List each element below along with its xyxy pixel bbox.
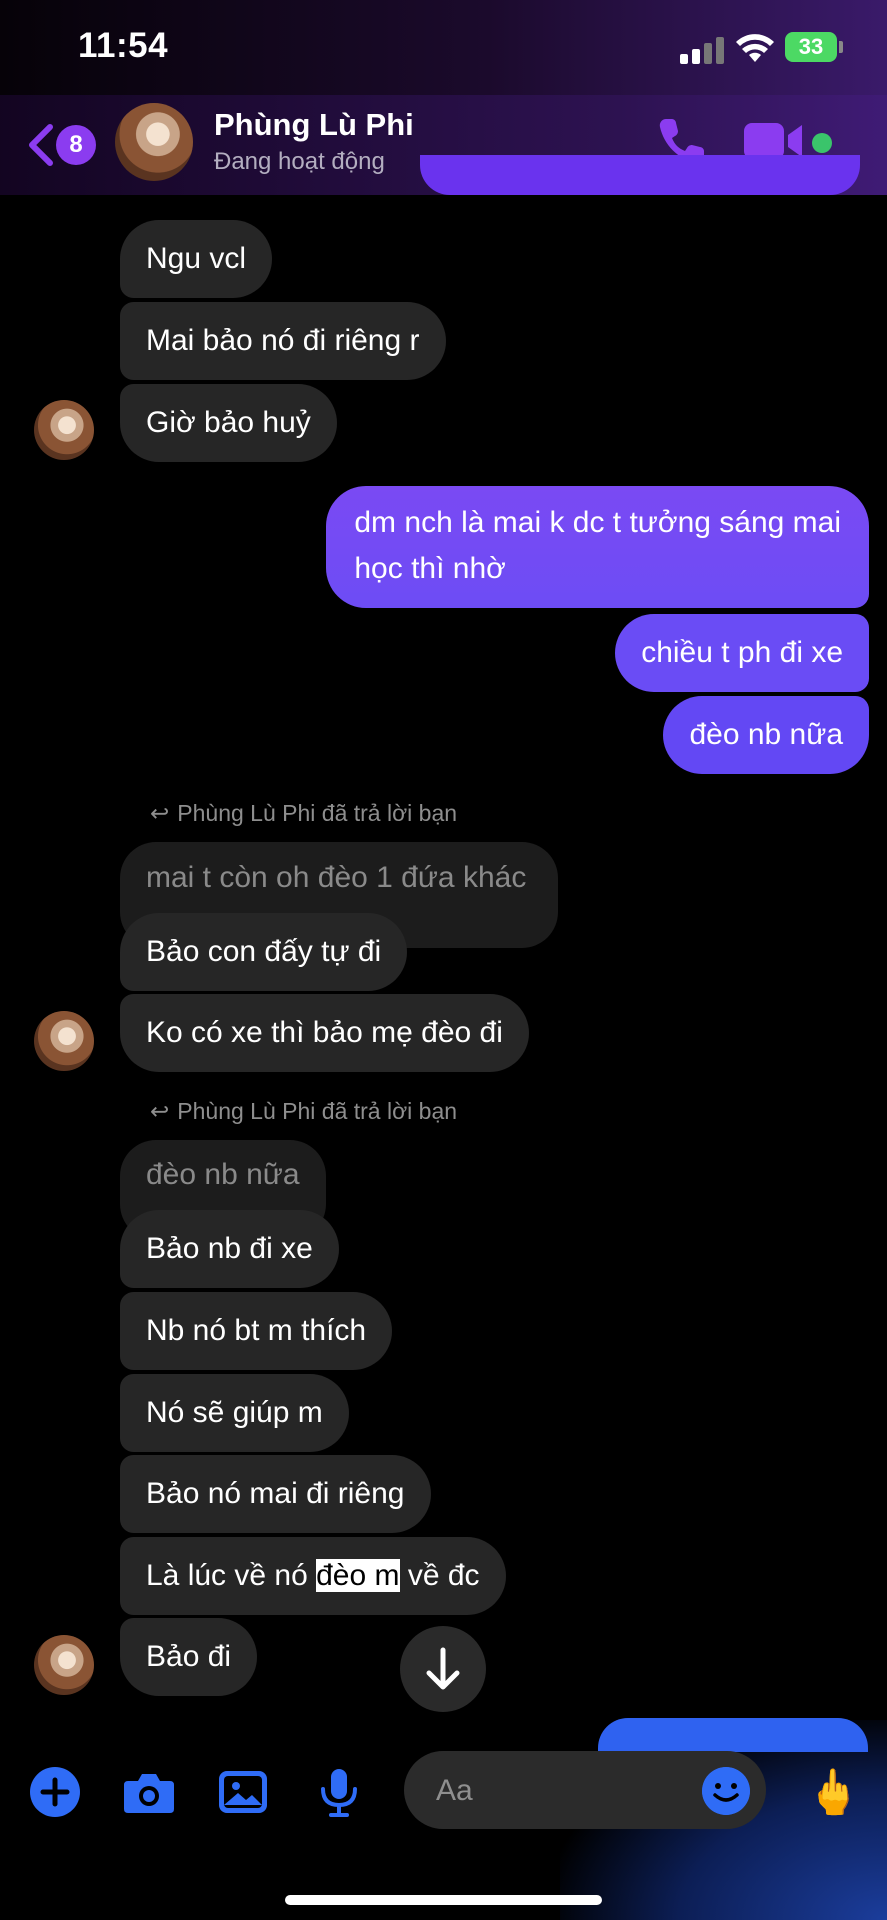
message-incoming[interactable]: Mai bảo nó đi riêng r bbox=[120, 302, 446, 380]
message-line: học thì nhờ bbox=[354, 552, 506, 585]
message-outgoing[interactable]: dm nch là mai k dc t tưởng sáng mai học … bbox=[326, 486, 869, 608]
reply-label-text: Phùng Lù Phi đã trả lời bạn bbox=[177, 1098, 458, 1124]
sender-avatar[interactable] bbox=[34, 1011, 94, 1071]
reply-label-text: Phùng Lù Phi đã trả lời bạn bbox=[177, 800, 458, 826]
wifi-icon bbox=[736, 34, 774, 62]
reply-label: ↩ Phùng Lù Phi đã trả lời bạn bbox=[150, 1098, 457, 1125]
contact-avatar[interactable] bbox=[115, 103, 193, 181]
message-incoming[interactable]: Là lúc về nó đèo m về đc bbox=[120, 1537, 506, 1615]
sender-avatar[interactable] bbox=[34, 400, 94, 460]
composer-bar: 🖕 bbox=[0, 1735, 887, 1855]
message-outgoing[interactable]: chiều t ph đi xe bbox=[615, 614, 869, 692]
message-outgoing[interactable]: đèo nb nữa bbox=[663, 696, 869, 774]
message-text: Là lúc về nó bbox=[146, 1559, 317, 1592]
message-incoming[interactable]: Bảo con đấy tự đi bbox=[120, 913, 408, 991]
message-incoming[interactable]: Bảo nb đi xe bbox=[120, 1210, 339, 1288]
contact-status: Đang hoạt động bbox=[214, 148, 385, 175]
back-button[interactable]: 8 bbox=[26, 117, 96, 173]
message-incoming[interactable]: Bảo nó mai đi riêng bbox=[120, 1455, 431, 1533]
quick-reaction-button[interactable]: 🖕 bbox=[806, 1763, 861, 1823]
message-line: dm nch là mai k dc t tưởng sáng mai bbox=[354, 506, 841, 539]
contact-name[interactable]: Phùng Lù Phi bbox=[214, 107, 414, 143]
battery-icon: 33 bbox=[785, 32, 837, 62]
reply-label: ↩ Phùng Lù Phi đã trả lời bạn bbox=[150, 800, 457, 827]
microphone-icon[interactable] bbox=[312, 1765, 366, 1819]
signal-icon bbox=[680, 36, 726, 64]
message-text: về đc bbox=[399, 1559, 480, 1592]
sender-avatar[interactable] bbox=[34, 1635, 94, 1695]
message-incoming[interactable]: Ko có xe thì bảo mẹ đèo đi bbox=[120, 994, 529, 1072]
reply-arrow-icon: ↩ bbox=[150, 1098, 170, 1124]
message-incoming[interactable]: Ngu vcl bbox=[120, 220, 273, 298]
message-incoming[interactable]: Giờ bảo huỷ bbox=[120, 384, 337, 462]
smiley-icon[interactable] bbox=[702, 1767, 750, 1815]
online-indicator bbox=[812, 133, 832, 153]
previous-outgoing-bubble bbox=[420, 155, 860, 195]
plus-icon[interactable] bbox=[28, 1765, 82, 1819]
battery-tip bbox=[839, 41, 843, 53]
arrow-down-icon bbox=[426, 1647, 460, 1690]
message-input[interactable] bbox=[434, 1751, 678, 1831]
reply-arrow-icon: ↩ bbox=[150, 800, 170, 826]
photo-gallery-icon[interactable] bbox=[216, 1765, 270, 1819]
status-time: 11:54 bbox=[78, 26, 169, 65]
message-incoming[interactable]: Bảo đi bbox=[120, 1618, 258, 1696]
selected-text[interactable]: đèo m bbox=[316, 1559, 400, 1592]
camera-icon[interactable] bbox=[122, 1765, 176, 1819]
unread-badge: 8 bbox=[56, 125, 96, 165]
message-incoming[interactable]: Nb nó bt m thích bbox=[120, 1292, 393, 1370]
home-indicator bbox=[285, 1895, 602, 1905]
message-input-box[interactable] bbox=[404, 1751, 766, 1831]
scroll-to-bottom-button[interactable] bbox=[400, 1626, 486, 1712]
status-bar: 11:54 33 bbox=[0, 0, 887, 95]
message-incoming[interactable]: Nó sẽ giúp m bbox=[120, 1374, 349, 1452]
